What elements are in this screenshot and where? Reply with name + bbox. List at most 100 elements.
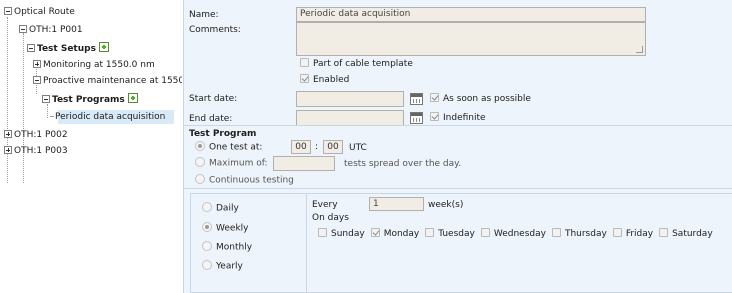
tree-guide xyxy=(23,33,24,183)
collapse-icon[interactable] xyxy=(27,43,35,52)
name-field[interactable]: Periodic data acquisition xyxy=(296,7,646,22)
recurrence-details: Every 1 week(s) On days Sunday Monday Tues… xyxy=(307,193,732,293)
checkbox-icon[interactable] xyxy=(300,74,309,83)
collapse-icon[interactable] xyxy=(33,75,41,84)
on-days-label: On days xyxy=(312,213,349,223)
checkbox-icon[interactable] xyxy=(551,228,561,237)
radio-icon[interactable] xyxy=(195,141,205,151)
monthly-radio[interactable]: Monthly xyxy=(202,241,253,253)
test-program-heading: Test Program xyxy=(189,129,257,139)
end-date-field[interactable] xyxy=(296,110,404,126)
enabled-checkbox[interactable]: Enabled xyxy=(300,74,350,85)
collapse-icon[interactable] xyxy=(4,6,12,15)
tree-node-oth1-p002[interactable]: OTH:1 P002 xyxy=(4,128,68,142)
tree-node-test-setups[interactable]: Test Setups xyxy=(27,41,109,56)
divider xyxy=(184,125,732,126)
monthly-label: Monthly xyxy=(216,242,253,253)
enabled-label: Enabled xyxy=(313,75,350,85)
yearly-radio[interactable]: Yearly xyxy=(202,260,243,272)
expand-icon[interactable] xyxy=(4,129,12,138)
name-label: Name: xyxy=(189,10,219,20)
tree-node-monitoring[interactable]: Monitoring at 1550.0 nm xyxy=(33,58,155,72)
continuous-testing-label: Continuous testing xyxy=(209,175,294,186)
tree-node-label: Test Programs xyxy=(52,95,125,105)
radio-icon[interactable] xyxy=(195,174,205,184)
collapse-icon[interactable] xyxy=(42,94,50,103)
cable-template-checkbox[interactable]: Part of cable template xyxy=(300,58,413,69)
friday-checkbox[interactable]: Friday xyxy=(612,228,653,239)
checkbox-icon[interactable] xyxy=(430,112,439,121)
time-colon: : xyxy=(315,142,319,152)
checkbox-icon[interactable] xyxy=(659,228,669,237)
radio-icon[interactable] xyxy=(202,202,212,212)
collapse-icon[interactable] xyxy=(19,24,27,33)
cable-template-label: Part of cable template xyxy=(313,59,413,69)
weekly-label: Weekly xyxy=(216,223,249,234)
sunday-checkbox[interactable]: Sunday xyxy=(318,228,365,239)
daily-label: Daily xyxy=(216,203,239,214)
minute-field[interactable]: 00 xyxy=(323,140,343,154)
tree-node-label: Proactive maintenance at 1550 xyxy=(43,76,182,86)
daily-radio[interactable]: Daily xyxy=(202,202,239,214)
tree-node-periodic-data-acquisition[interactable]: Periodic data acquisition xyxy=(50,110,165,124)
wednesday-checkbox[interactable]: Wednesday xyxy=(480,228,546,239)
add-icon[interactable] xyxy=(98,41,109,52)
every-field[interactable]: 1 xyxy=(369,197,424,211)
resize-grip-icon[interactable] xyxy=(636,46,643,53)
expand-icon[interactable] xyxy=(33,59,41,68)
every-label: Every xyxy=(312,200,338,210)
hour-field[interactable]: 00 xyxy=(291,140,311,154)
tree-node-label: OTH:1 P002 xyxy=(14,130,68,140)
add-icon[interactable] xyxy=(127,92,138,103)
weekly-radio[interactable]: Weekly xyxy=(202,222,249,234)
calendar-icon[interactable] xyxy=(410,93,423,105)
continuous-testing-radio[interactable]: Continuous testing xyxy=(195,174,294,186)
days-of-week: Sunday Monday Tuesday Wednesday Thursday Frid… xyxy=(318,228,719,239)
tree-node-label: OTH:1 P001 xyxy=(29,25,83,35)
tree-node-test-programs[interactable]: Test Programs xyxy=(42,92,138,107)
saturday-checkbox[interactable]: Saturday xyxy=(659,228,713,239)
monday-checkbox[interactable]: Monday xyxy=(370,228,419,239)
maximum-of-radio[interactable]: Maximum of: xyxy=(195,157,268,169)
checkbox-icon[interactable] xyxy=(370,228,380,237)
radio-icon[interactable] xyxy=(202,260,212,270)
spread-label: tests spread over the day. xyxy=(344,159,462,169)
yearly-label: Yearly xyxy=(216,261,243,272)
tree-node-oth1-p003[interactable]: OTH:1 P003 xyxy=(4,144,68,158)
radio-icon[interactable] xyxy=(202,241,212,251)
test-program-form: Name: Periodic data acquisition Comments… xyxy=(183,0,732,293)
checkbox-icon[interactable] xyxy=(425,228,435,237)
checkbox-icon[interactable] xyxy=(430,93,439,102)
checkbox-icon[interactable] xyxy=(300,58,309,67)
comments-field[interactable] xyxy=(296,22,646,56)
radio-icon[interactable] xyxy=(202,222,212,232)
expand-icon[interactable] xyxy=(4,145,12,154)
tree-panel: Optical Route OTH:1 P001 Test Setups Mon… xyxy=(0,0,182,293)
tree-node-label: OTH:1 P003 xyxy=(14,146,68,156)
end-date-label: End date: xyxy=(189,114,233,124)
tree-node-label: Test Setups xyxy=(37,44,96,54)
divider xyxy=(184,188,732,189)
checkbox-icon[interactable] xyxy=(480,228,490,237)
comments-label: Comments: xyxy=(189,25,241,35)
checkbox-icon[interactable] xyxy=(318,228,327,237)
asap-checkbox[interactable]: As soon as possible xyxy=(430,93,531,104)
calendar-icon[interactable] xyxy=(410,112,423,124)
start-date-field[interactable] xyxy=(296,91,404,107)
tree-node-label: Periodic data acquisition xyxy=(55,112,166,122)
indefinite-label: Indefinite xyxy=(443,113,486,123)
day-label: Sunday xyxy=(331,229,365,239)
radio-icon[interactable] xyxy=(195,157,205,167)
indefinite-checkbox[interactable]: Indefinite xyxy=(430,112,486,123)
day-label: Tuesday xyxy=(438,229,475,239)
one-test-radio[interactable]: One test at: xyxy=(195,141,262,153)
tuesday-checkbox[interactable]: Tuesday xyxy=(425,228,475,239)
checkbox-icon[interactable] xyxy=(612,228,622,237)
day-label: Wednesday xyxy=(493,229,546,239)
tree-node-proactive-maintenance[interactable]: Proactive maintenance at 1550 xyxy=(33,74,182,88)
tree-node-optical-route[interactable]: Optical Route xyxy=(4,5,75,19)
tree-node-oth1-p001[interactable]: OTH:1 P001 xyxy=(19,23,83,37)
maximum-tests-field[interactable] xyxy=(273,156,335,171)
day-label: Saturday xyxy=(672,229,713,239)
thursday-checkbox[interactable]: Thursday xyxy=(551,228,607,239)
